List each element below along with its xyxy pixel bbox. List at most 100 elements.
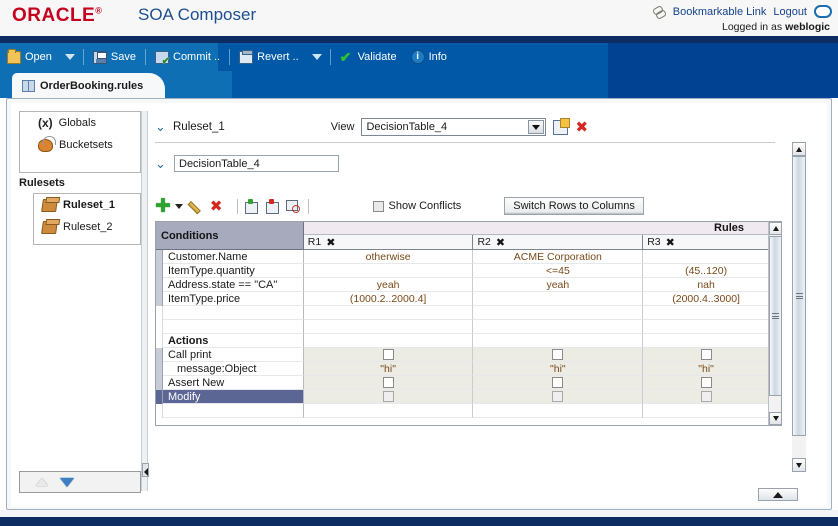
table-cell[interactable] [643, 306, 770, 320]
table-row[interactable] [156, 404, 770, 418]
action-checkbox[interactable] [382, 377, 394, 388]
table-cell[interactable] [473, 390, 644, 404]
revert-dropdown-caret-icon[interactable] [311, 54, 322, 60]
table-cell[interactable] [303, 376, 474, 390]
table-cell[interactable] [643, 250, 770, 264]
table-cell[interactable]: otherwise [303, 250, 474, 264]
table-cell[interactable]: "hi" [473, 362, 644, 376]
action-checkbox[interactable] [700, 349, 712, 360]
panel-splitter[interactable] [141, 111, 149, 491]
open-dropdown-caret-icon[interactable] [64, 54, 75, 60]
action-checkbox[interactable] [700, 377, 712, 388]
table-cell[interactable]: (45..120) [643, 264, 770, 278]
table-cell[interactable]: nah [643, 278, 770, 292]
table-row[interactable] [156, 320, 770, 334]
revert-button[interactable]: Revert .. [232, 43, 306, 71]
table-cell[interactable]: <=45 [473, 264, 644, 278]
table-cell[interactable] [643, 334, 770, 348]
table-cell[interactable] [643, 348, 770, 362]
show-conflicts-control[interactable]: Show Conflicts [372, 200, 461, 212]
table-scroll-down-button[interactable] [769, 412, 781, 425]
table-cell[interactable] [473, 292, 644, 306]
session-oval-icon[interactable] [814, 5, 832, 18]
panel-scroll-thumb[interactable] [792, 156, 806, 436]
table-cell[interactable] [303, 334, 474, 348]
open-button[interactable]: Open [0, 43, 59, 71]
add-dropdown-caret-icon[interactable] [174, 203, 183, 209]
page-scroll-up-button[interactable] [758, 488, 798, 501]
table-cell[interactable] [643, 390, 770, 404]
delete-rule-column-icon[interactable]: ✖ [326, 236, 335, 249]
action-checkbox[interactable] [382, 349, 394, 360]
ruleset-collapse-chevron-icon[interactable]: ⌄ [155, 120, 166, 133]
table-cell[interactable] [643, 320, 770, 334]
insert-column-after-icon[interactable] [265, 199, 279, 214]
table-row[interactable]: Address.state == "CA" yeah yeah nah [156, 278, 770, 292]
table-cell[interactable] [303, 390, 474, 404]
table-cell[interactable] [303, 348, 474, 362]
table-row[interactable]: ItemType.quantity <=45 (45..120) [156, 264, 770, 278]
table-cell[interactable] [473, 320, 644, 334]
table-cell[interactable] [473, 376, 644, 390]
table-cell[interactable] [303, 306, 474, 320]
logout-link[interactable]: Logout [773, 6, 807, 18]
table-cell[interactable]: ACME Corporation [473, 250, 644, 264]
delete-rule-column-icon[interactable]: ✖ [666, 236, 675, 249]
table-cell[interactable]: "hi" [643, 362, 770, 376]
rule-column-header-r3[interactable]: R3 ✖ [643, 235, 770, 250]
table-cell[interactable] [473, 348, 644, 362]
table-cell[interactable] [473, 306, 644, 320]
commit-button[interactable]: Commit .. [148, 43, 227, 71]
action-checkbox[interactable] [552, 377, 564, 388]
table-cell[interactable] [473, 334, 644, 348]
table-cell[interactable]: yeah [303, 278, 474, 292]
scroll-up-triangle-icon[interactable] [36, 478, 48, 486]
switch-rows-to-columns-button[interactable]: Switch Rows to Columns [504, 197, 644, 215]
table-row[interactable]: message:Object "hi" "hi" "hi" [156, 362, 770, 376]
sidebar-item-ruleset-2[interactable]: Ruleset_2 [34, 216, 140, 238]
table-cell[interactable]: yeah [473, 278, 644, 292]
rule-column-header-r1[interactable]: R1 ✖ [303, 235, 474, 250]
pencil-icon[interactable] [190, 200, 204, 213]
table-cell[interactable] [303, 404, 474, 418]
green-plus-icon[interactable]: ✚ [155, 197, 171, 216]
table-row[interactable]: Actions [156, 334, 770, 348]
panel-vertical-scrollbar[interactable] [792, 142, 806, 472]
new-decision-table-icon[interactable] [553, 117, 571, 135]
splitter-collapse-handle[interactable] [142, 463, 149, 477]
delete-rule-column-icon[interactable]: ✖ [496, 236, 505, 249]
table-row[interactable]: Call print [156, 348, 770, 362]
table-cell[interactable] [303, 320, 474, 334]
table-row[interactable]: ItemType.price (1000.2..2000.4] (2000.4..3… [156, 292, 770, 306]
find-column-icon[interactable] [285, 199, 300, 213]
table-scroll-up-button[interactable] [769, 222, 781, 235]
table-collapse-chevron-icon[interactable]: ⌄ [155, 157, 166, 170]
table-row[interactable] [156, 306, 770, 320]
table-cell[interactable] [473, 404, 644, 418]
red-x-icon[interactable]: ✖ [210, 199, 223, 214]
scroll-down-triangle-icon[interactable] [60, 477, 74, 487]
delete-red-x-icon[interactable]: ✖ [575, 120, 588, 135]
decision-table-name-input[interactable]: DecisionTable_4 [174, 155, 339, 172]
rule-column-header-r2[interactable]: R2 ✖ [473, 235, 644, 250]
insert-column-icon[interactable] [244, 199, 258, 214]
save-button[interactable]: Save [86, 43, 143, 71]
table-cell[interactable] [643, 404, 770, 418]
tab-orderbooking-rules[interactable]: OrderBooking.rules [12, 73, 166, 98]
view-select[interactable]: DecisionTable_4 [361, 118, 547, 136]
bookmarkable-link[interactable]: Bookmarkable Link [673, 6, 767, 18]
panel-scroll-up-button[interactable] [792, 142, 806, 156]
table-scroll-thumb[interactable] [769, 236, 781, 396]
table-cell[interactable] [643, 376, 770, 390]
chevron-down-icon[interactable] [528, 120, 545, 134]
show-conflicts-checkbox[interactable] [372, 200, 384, 212]
table-cell[interactable]: "hi" [303, 362, 474, 376]
table-row[interactable]: Assert New [156, 376, 770, 390]
table-vertical-scrollbar[interactable] [768, 222, 781, 425]
sidebar-item-ruleset-1[interactable]: Ruleset_1 [34, 194, 140, 216]
table-row[interactable]: Customer.Name otherwise ACME Corporation [156, 250, 770, 264]
validate-button[interactable]: ✔ Validate [333, 43, 404, 71]
table-cell[interactable]: (2000.4..3000] [643, 292, 770, 306]
table-cell[interactable] [303, 264, 474, 278]
table-row[interactable]: Modify [156, 390, 770, 404]
